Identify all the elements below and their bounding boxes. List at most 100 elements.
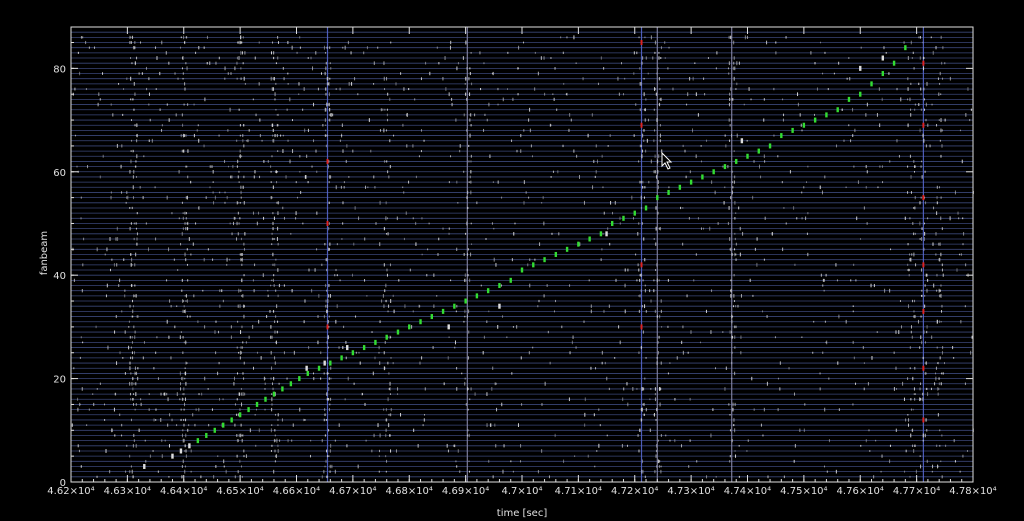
noise-event [329, 294, 331, 298]
noise-event [272, 77, 274, 81]
noise-event [133, 439, 135, 443]
noise-event [655, 242, 657, 246]
noise-event [724, 134, 726, 137]
noise-event [187, 221, 189, 226]
noise-event [448, 92, 450, 97]
track-point [746, 153, 749, 159]
track-point [264, 396, 267, 402]
noise-event [316, 211, 318, 215]
noise-event [329, 470, 331, 473]
noise-event [133, 81, 135, 86]
noise-event [640, 273, 642, 277]
noise-event [728, 118, 730, 122]
noise-event [274, 134, 276, 138]
noise-event [330, 377, 332, 380]
noise-event [176, 305, 178, 307]
noise-event [540, 56, 542, 60]
noise-event [569, 284, 571, 287]
noise-event [688, 216, 690, 220]
noise-event [243, 201, 245, 205]
noise-event [913, 207, 915, 209]
noise-event [920, 398, 922, 401]
noise-event [880, 470, 882, 473]
noise-event [271, 87, 273, 91]
noise-event [135, 403, 137, 406]
noise-event [926, 81, 928, 86]
noise-event [181, 433, 183, 438]
noise-event [912, 408, 914, 411]
noise-event [357, 93, 359, 96]
noise-event [927, 123, 929, 127]
noise-event [242, 185, 244, 189]
noise-event [240, 77, 242, 80]
noise-event [940, 216, 942, 221]
noise-event [658, 279, 660, 282]
noise-event [956, 268, 958, 272]
noise-event [962, 454, 964, 458]
x-tick-label: 4.67×10⁴ [329, 486, 376, 497]
noise-event [240, 258, 242, 262]
noise-event [733, 418, 735, 422]
noise-event [192, 242, 194, 246]
noise-event [520, 444, 522, 448]
noise-event [468, 433, 470, 438]
noise-event [609, 134, 611, 138]
noise-event [665, 434, 667, 437]
noise-event [735, 258, 737, 261]
noise-event [78, 449, 80, 453]
noise-event [110, 191, 112, 194]
noise-event [936, 196, 938, 200]
noise-event [276, 201, 278, 204]
noise-event [486, 320, 488, 324]
noise-event [259, 175, 261, 179]
noise-event [193, 103, 195, 106]
noise-event [385, 216, 387, 221]
noise-event [828, 439, 830, 443]
noise-event [234, 217, 236, 220]
noise-event [272, 185, 274, 190]
noise-event [109, 470, 111, 474]
noise-event [425, 61, 427, 65]
noise-event [794, 443, 796, 448]
noise-event [132, 196, 134, 200]
noise-event [270, 181, 272, 184]
noise-event [146, 87, 148, 91]
noise-event [624, 309, 626, 314]
noise-event [639, 428, 641, 432]
noise-event [919, 221, 921, 226]
noise-event [224, 159, 226, 163]
noise-event [238, 56, 240, 61]
noise-event [910, 175, 912, 179]
noise-event [923, 108, 925, 111]
noise-event [375, 222, 377, 225]
noise-event [272, 310, 274, 313]
noise-event [121, 434, 123, 437]
noise-event [763, 258, 765, 261]
noise-event [911, 325, 913, 329]
noise-event [925, 201, 927, 205]
noise-event [307, 128, 309, 133]
noise-event [667, 67, 669, 70]
noise-event [937, 413, 939, 417]
noise-event [273, 376, 275, 381]
noise-event [797, 102, 799, 107]
noise-event [925, 118, 927, 122]
noise-event [385, 433, 387, 438]
red-event [922, 262, 925, 268]
noise-event [325, 304, 327, 308]
noise-event [185, 212, 187, 215]
noise-event [588, 279, 590, 282]
noise-event [654, 170, 656, 174]
noise-event [291, 45, 293, 50]
noise-event [912, 444, 914, 448]
noise-event [465, 40, 467, 45]
noise-event [725, 144, 727, 148]
noise-event [728, 206, 730, 210]
noise-event [130, 418, 132, 422]
noise-event [927, 217, 929, 220]
noise-event [183, 418, 185, 421]
noise-event [922, 433, 924, 438]
noise-event [661, 326, 663, 328]
noise-event [124, 289, 126, 292]
noise-event [706, 475, 708, 479]
